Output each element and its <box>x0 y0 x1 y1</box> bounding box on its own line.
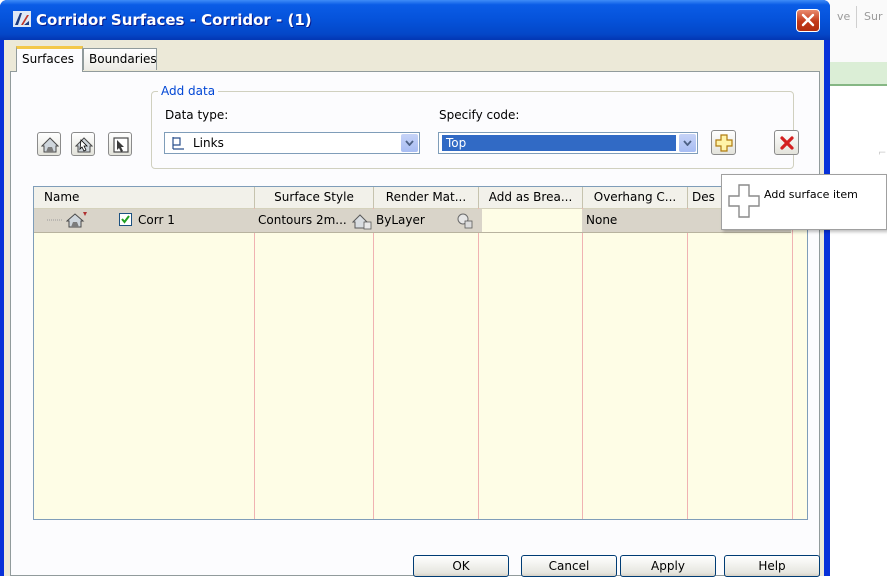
column-header-render-material[interactable]: Render Mat... <box>374 187 479 208</box>
delete-surface-item-button[interactable] <box>774 130 799 155</box>
chevron-down-icon <box>405 140 414 146</box>
column-header-add-as-breakline[interactable]: Add as Brea... <box>479 187 583 208</box>
plus-icon <box>728 184 760 218</box>
corridor-surfaces-dialog: Corridor Surfaces - Corridor - (1) Surfa… <box>0 0 830 577</box>
plus-icon <box>715 134 733 152</box>
add-data-legend: Add data <box>158 84 219 98</box>
pick-surface-button[interactable] <box>71 132 95 156</box>
delete-icon <box>780 136 794 150</box>
surface-icon <box>66 212 87 228</box>
tab-surfaces[interactable]: Surfaces <box>16 46 83 72</box>
apply-button[interactable]: Apply <box>620 555 716 577</box>
background-application: ve Sur <box>830 0 887 576</box>
column-header-surface-style[interactable]: Surface Style <box>255 187 374 208</box>
autocad-app-icon <box>13 11 31 27</box>
grid-line <box>478 208 479 519</box>
material-picker-icon[interactable] <box>456 212 474 230</box>
pick-surface-icon <box>75 137 93 153</box>
add-surface-item-button[interactable] <box>711 130 736 155</box>
background-ribbon-panel <box>830 62 887 86</box>
column-header-name[interactable]: Name <box>34 187 255 208</box>
checkmark-icon <box>121 215 130 224</box>
close-button[interactable] <box>796 9 820 32</box>
data-type-value: Links <box>193 136 224 150</box>
background-separator <box>856 6 857 28</box>
help-button[interactable]: Help <box>724 555 820 577</box>
create-surface-button[interactable] <box>37 132 61 156</box>
tree-connector <box>47 219 62 221</box>
row-add-as-breakline[interactable] <box>482 209 582 232</box>
grid-line <box>373 208 374 519</box>
grid-header: Name Surface Style Render Mat... Add as … <box>34 187 807 209</box>
data-type-combo[interactable]: Links <box>164 132 420 154</box>
dialog-client-area: Surfaces Boundaries Add data Data type: … <box>4 40 824 577</box>
create-surface-icon <box>41 137 59 153</box>
surfaces-grid[interactable]: Name Surface Style Render Mat... Add as … <box>33 186 808 520</box>
specify-code-value: Top <box>446 136 467 150</box>
select-boundary-button[interactable] <box>108 132 132 156</box>
ok-button[interactable]: OK <box>413 555 509 577</box>
row-surface-style[interactable]: Contours 2m... <box>258 209 350 232</box>
grid-line <box>254 208 255 519</box>
grid-line <box>582 208 583 519</box>
row-name[interactable]: Corr 1 <box>138 209 175 232</box>
cancel-button[interactable]: Cancel <box>521 555 617 577</box>
select-boundary-icon <box>113 137 129 153</box>
data-type-dropdown-button[interactable] <box>401 134 418 152</box>
chevron-down-icon <box>683 140 692 146</box>
specify-code-highlight <box>442 135 676 151</box>
close-icon <box>801 13 815 27</box>
add-data-group <box>151 91 794 169</box>
tab-boundaries[interactable]: Boundaries <box>83 48 157 70</box>
dialog-title: Corridor Surfaces - Corridor - (1) <box>36 11 312 29</box>
specify-code-dropdown-button[interactable] <box>679 134 696 152</box>
background-tab-fragment-1: ve <box>837 10 851 23</box>
specify-code-label: Specify code: <box>439 108 520 122</box>
grid-line <box>687 208 688 519</box>
title-bar[interactable]: Corridor Surfaces - Corridor - (1) <box>0 0 830 40</box>
style-picker-icon[interactable] <box>352 212 372 230</box>
background-tab-fragment-2: Sur <box>864 10 883 23</box>
add-surface-item-tooltip: Add surface item <box>721 174 887 230</box>
tooltip-text: Add surface item <box>764 188 858 201</box>
data-type-label: Data type: <box>165 108 229 122</box>
surface-enabled-checkbox[interactable] <box>119 213 132 226</box>
row-overhang-correction[interactable]: None <box>586 209 617 232</box>
column-header-overhang-correction[interactable]: Overhang C... <box>583 187 688 208</box>
grid-line <box>792 208 793 519</box>
specify-code-combo[interactable]: Top <box>438 132 698 154</box>
row-render-material[interactable]: ByLayer <box>376 209 425 232</box>
links-icon <box>172 137 184 150</box>
table-row[interactable]: Corr 1 Contours 2m... ByLayer None <box>34 209 791 233</box>
background-mark: ⌐ <box>878 148 887 159</box>
